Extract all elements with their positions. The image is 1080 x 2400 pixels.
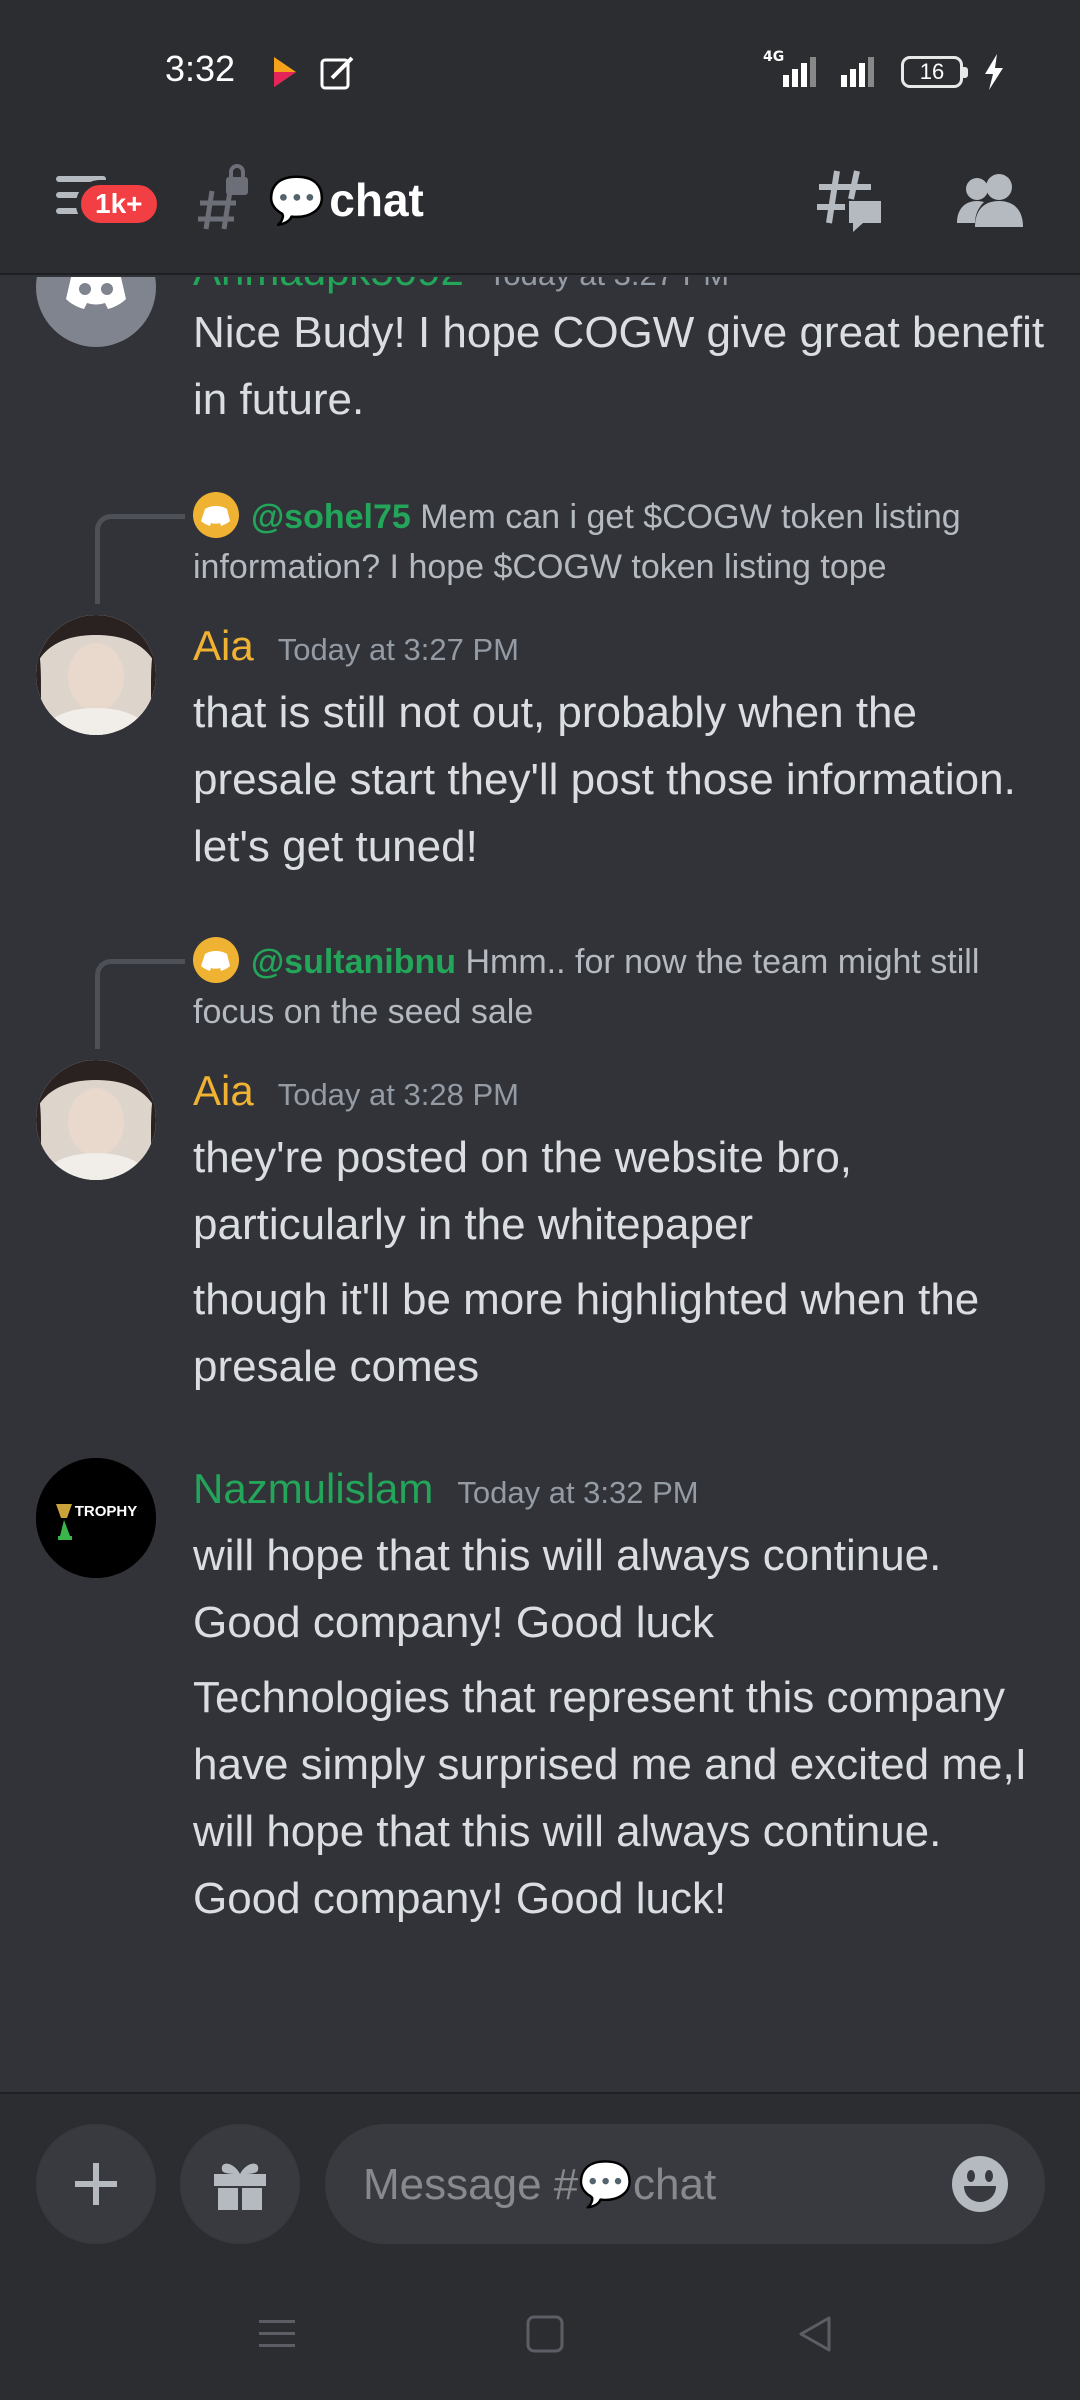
avatar-text: TROPHY — [75, 1503, 138, 1520]
timestamp: Today at 3:32 PM — [457, 1475, 699, 1510]
members-icon[interactable] — [955, 167, 1025, 233]
system-nav-bar — [0, 2272, 1080, 2400]
home-icon[interactable] — [525, 2314, 565, 2354]
discord-reply-avatar-icon — [193, 492, 239, 538]
message-composer: Message #💬chat — [0, 2092, 1080, 2272]
reply-connector — [95, 959, 185, 1049]
reply-preview[interactable]: @sohel75 Mem can i get $COGW token listi… — [193, 492, 1013, 592]
user-photo-avatar — [36, 1060, 156, 1180]
message-list[interactable]: Ahmadpk5092 Today at 3:27 PM Nice Budy! … — [0, 277, 1080, 2092]
message-header: Aia Today at 3:28 PM — [193, 1067, 519, 1115]
timestamp: Today at 3:28 PM — [277, 1077, 519, 1112]
message-text: though it'll be more highlighted when th… — [193, 1275, 980, 1391]
discord-reply-avatar-icon — [193, 937, 239, 983]
timestamp: Today at 3:27 PM — [277, 632, 519, 667]
back-icon[interactable] — [795, 2314, 835, 2354]
reply-mention[interactable]: @sultanibnu — [251, 943, 456, 981]
network-type: 4G — [763, 49, 785, 65]
edit-notification-icon — [320, 56, 354, 90]
reply-mention[interactable]: @sohel75 — [251, 498, 411, 536]
status-bar: 3:32 4G 16 — [0, 0, 1080, 135]
avatar[interactable] — [36, 277, 156, 347]
channel-header: 1k+ 💬 chat — [0, 135, 1080, 275]
timestamp: Today at 3:27 PM — [488, 277, 729, 293]
message-text: Technologies that represent this company… — [193, 1673, 1027, 1923]
attach-button[interactable] — [36, 2124, 156, 2244]
gift-button[interactable] — [180, 2124, 300, 2244]
notification-badge: 1k+ — [76, 180, 162, 228]
author-name[interactable]: Aia — [193, 622, 254, 670]
mobile-signal-icon: 4G — [763, 49, 823, 89]
user-photo-avatar — [36, 615, 156, 735]
message-text: will hope that this will always continue… — [193, 1531, 942, 1647]
discord-default-avatar-icon — [66, 277, 126, 309]
status-right-group: 4G 16 — [763, 49, 1005, 92]
message-header: Ahmadpk5092 Today at 3:27 PM — [193, 277, 729, 295]
battery-indicator: 16 — [901, 56, 968, 88]
message-placeholder: Message #💬chat — [363, 2160, 717, 2209]
trophy-logo-avatar: TROPHY — [36, 1458, 156, 1578]
gift-icon — [214, 2163, 266, 2210]
channel-name: chat — [329, 174, 424, 226]
reply-preview[interactable]: @sultanibnu Hmm.. for now the team might… — [193, 937, 1013, 1037]
message-input[interactable]: Message #💬chat — [325, 2124, 1045, 2244]
author-name[interactable]: Nazmulislam — [193, 1465, 433, 1513]
avatar[interactable]: TROPHY — [36, 1458, 156, 1578]
message-text: they're posted on the website bro, parti… — [193, 1133, 853, 1249]
app-notification-icon — [274, 57, 296, 87]
message-text: that is still not out, probably when the… — [193, 688, 1016, 871]
app-root: 3:32 4G 16 1k+ 💬 chat Nice Budy! I hope … — [0, 0, 1080, 2400]
message-text: Nice Budy! I hope COGW give great benefi… — [193, 308, 1045, 424]
signal-bars-icon-2 — [841, 57, 874, 87]
avatar[interactable] — [36, 1060, 156, 1180]
channel-title: 💬 chat — [268, 165, 424, 235]
recent-apps-icon[interactable] — [257, 2314, 297, 2354]
status-time: 3:32 — [165, 48, 236, 89]
threads-icon[interactable] — [815, 165, 885, 235]
plus-icon — [75, 2163, 117, 2205]
avatar[interactable] — [36, 615, 156, 735]
message-header: Aia Today at 3:27 PM — [193, 622, 519, 670]
message-header: Nazmulislam Today at 3:32 PM — [193, 1465, 699, 1513]
locked-channel-icon — [198, 164, 248, 230]
channel-emoji: 💬 — [268, 173, 326, 226]
emoji-picker-icon[interactable] — [950, 2154, 1010, 2214]
reply-connector — [95, 514, 185, 604]
charging-icon — [985, 54, 1003, 90]
author-name[interactable]: Ahmadpk5092 — [193, 277, 464, 295]
author-name[interactable]: Aia — [193, 1067, 254, 1115]
